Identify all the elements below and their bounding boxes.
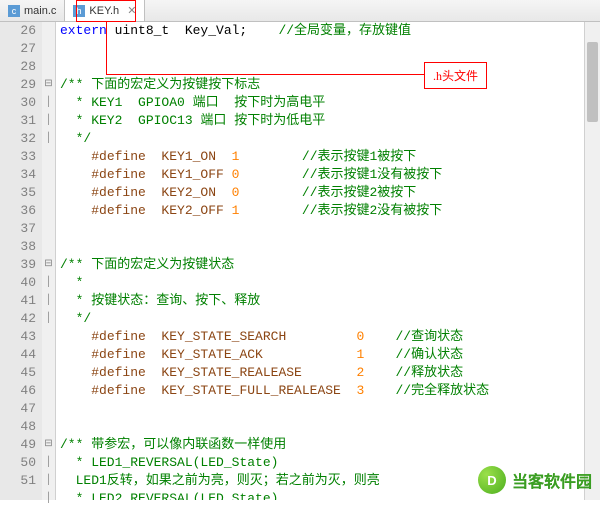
code-line[interactable]: #define KEY_STATE_FULL_REALEASE 3 //完全释放… [60, 382, 600, 400]
code-line[interactable]: #define KEY1_ON 1 //表示按键1被按下 [60, 148, 600, 166]
code-line[interactable] [60, 418, 600, 436]
fold-marker [42, 328, 55, 346]
scrollbar-thumb[interactable] [587, 42, 598, 122]
line-number: 43 [0, 328, 36, 346]
fold-marker [42, 202, 55, 220]
fold-marker[interactable]: ⊟ [42, 436, 55, 454]
line-number: 32 [0, 130, 36, 148]
line-number: 45 [0, 364, 36, 382]
line-number: 29 [0, 76, 36, 94]
fold-marker [42, 400, 55, 418]
callout-text: .h头文件 [433, 69, 478, 83]
code-line[interactable]: #define KEY_STATE_ACK 1 //确认状态 [60, 346, 600, 364]
code-line[interactable]: #define KEY1_OFF 0 //表示按键1没有被按下 [60, 166, 600, 184]
code-line[interactable]: * KEY1 GPIOA0 端口 按下时为高电平 [60, 94, 600, 112]
watermark-text: 当客软件园 [512, 468, 592, 492]
fold-marker[interactable]: ⊟ [42, 76, 55, 94]
code-line[interactable]: #define KEY2_OFF 1 //表示按键2没有被按下 [60, 202, 600, 220]
code-line[interactable]: /** 带参宏，可以像内联函数一样使用 [60, 436, 600, 454]
line-number: 26 [0, 22, 36, 40]
line-number: 47 [0, 400, 36, 418]
fold-marker [42, 346, 55, 364]
annotation-selection-box [76, 0, 136, 22]
code-line[interactable]: #define KEY2_ON 0 //表示按键2被按下 [60, 184, 600, 202]
fold-marker: │ [42, 310, 55, 328]
line-number: 35 [0, 184, 36, 202]
line-number: 27 [0, 40, 36, 58]
watermark-logo-icon: D [478, 466, 506, 494]
annotation-callout: .h头文件 [424, 62, 487, 89]
code-line[interactable] [60, 220, 600, 238]
vertical-scrollbar[interactable] [584, 22, 600, 500]
line-number: 50 [0, 454, 36, 472]
line-number-gutter: 2627282930313233343536373839404142434445… [0, 22, 42, 500]
code-area[interactable]: extern uint8_t Key_Val; //全局变量，存放键值 /** 下… [56, 22, 600, 500]
fold-marker [42, 364, 55, 382]
line-number: 28 [0, 58, 36, 76]
line-number: 49 [0, 436, 36, 454]
line-number: 36 [0, 202, 36, 220]
fold-marker [42, 418, 55, 436]
line-number: 30 [0, 94, 36, 112]
line-number: 31 [0, 112, 36, 130]
line-number: 42 [0, 310, 36, 328]
svg-text:c: c [12, 6, 17, 16]
code-line[interactable]: * KEY2 GPIOC13 端口 按下时为低电平 [60, 112, 600, 130]
code-line[interactable]: * [60, 274, 600, 292]
line-number: 40 [0, 274, 36, 292]
fold-marker [42, 238, 55, 256]
fold-marker: │ [42, 94, 55, 112]
fold-marker [42, 58, 55, 76]
fold-marker [42, 166, 55, 184]
fold-marker [42, 40, 55, 58]
line-number: 34 [0, 166, 36, 184]
code-line[interactable]: * 按键状态：查询、按下、释放 [60, 292, 600, 310]
code-line[interactable]: #define KEY_STATE_SEARCH 0 //查询状态 [60, 328, 600, 346]
annotation-arrow [106, 22, 107, 74]
fold-marker [42, 184, 55, 202]
line-number: 37 [0, 220, 36, 238]
c-file-icon: c [8, 5, 20, 17]
fold-marker: │ [42, 472, 55, 490]
line-number: 33 [0, 148, 36, 166]
fold-marker: │ [42, 274, 55, 292]
code-line[interactable]: /** 下面的宏定义为按键状态 [60, 256, 600, 274]
code-line[interactable] [60, 40, 600, 58]
fold-marker [42, 382, 55, 400]
watermark: D 当客软件园 [478, 466, 592, 494]
code-line[interactable] [60, 400, 600, 418]
line-number: 38 [0, 238, 36, 256]
fold-marker: │ [42, 112, 55, 130]
line-number: 51 [0, 472, 36, 490]
line-number: 39 [0, 256, 36, 274]
tab-label: main.c [24, 5, 56, 17]
fold-marker: │ [42, 130, 55, 148]
fold-marker [42, 220, 55, 238]
line-number: 48 [0, 418, 36, 436]
annotation-arrow [106, 74, 424, 75]
code-line[interactable]: */ [60, 130, 600, 148]
line-number: 41 [0, 292, 36, 310]
fold-marker[interactable]: ⊟ [42, 256, 55, 274]
fold-marker [42, 22, 55, 40]
line-number: 44 [0, 346, 36, 364]
fold-marker: │ [42, 454, 55, 472]
fold-marker: │ [42, 490, 55, 508]
code-line[interactable]: */ [60, 310, 600, 328]
fold-column[interactable]: ⊟│││⊟│││⊟│││ [42, 22, 56, 500]
fold-marker [42, 148, 55, 166]
code-line[interactable] [60, 238, 600, 256]
tab-main-c[interactable]: c main.c [0, 0, 65, 21]
code-editor[interactable]: 2627282930313233343536373839404142434445… [0, 22, 600, 500]
line-number: 46 [0, 382, 36, 400]
code-line[interactable]: extern uint8_t Key_Val; //全局变量，存放键值 [60, 22, 600, 40]
code-line[interactable]: /** 下面的宏定义为按键按下标志 [60, 76, 600, 94]
fold-marker: │ [42, 292, 55, 310]
code-line[interactable]: #define KEY_STATE_REALEASE 2 //释放状态 [60, 364, 600, 382]
